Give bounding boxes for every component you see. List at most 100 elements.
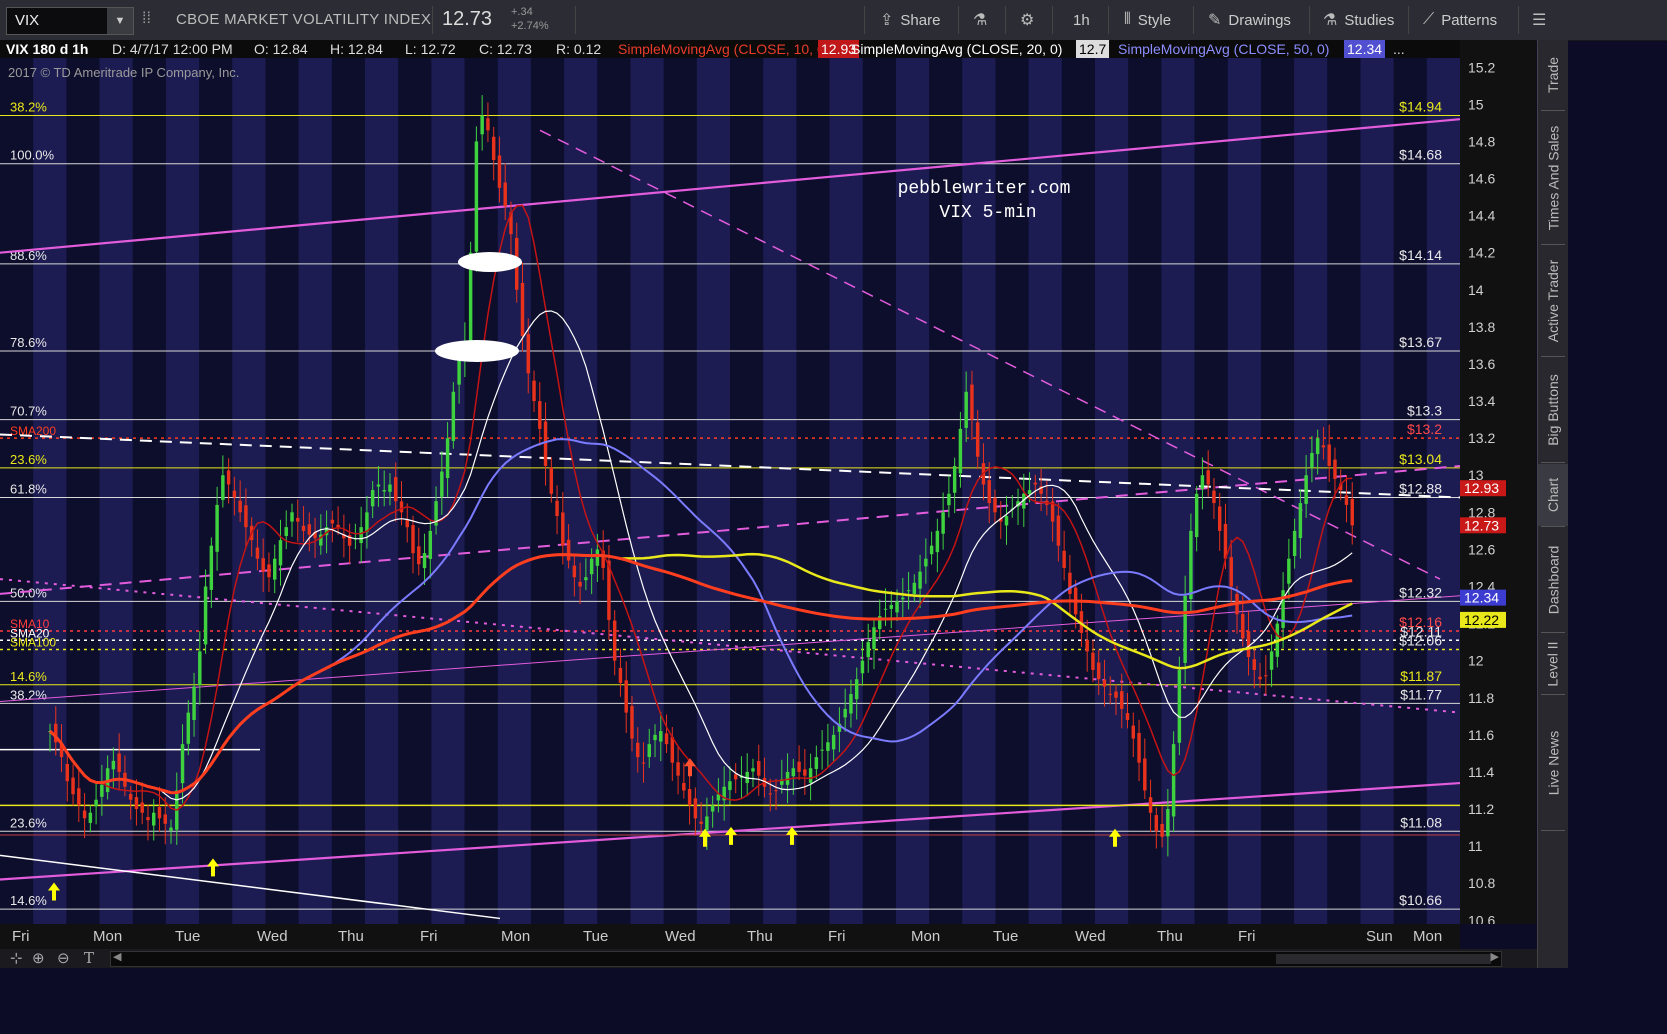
candle-body xyxy=(261,558,265,572)
candle-body xyxy=(376,484,381,487)
candle-body xyxy=(849,694,853,714)
candle-body xyxy=(1102,679,1107,687)
candle-body xyxy=(1264,675,1268,677)
price-tick-label: 13.6 xyxy=(1468,356,1495,372)
price-axis[interactable]: 15.2 15 14.8 14.6 14.4 14.2 14 13.8 13.6 13.4 13.2… xyxy=(1460,40,1536,928)
session-band xyxy=(564,58,598,924)
candle-body xyxy=(100,784,104,797)
candle-body xyxy=(399,501,404,513)
candle-body xyxy=(924,558,928,567)
divider xyxy=(1408,6,1409,34)
session-band xyxy=(265,58,300,924)
zoom-in-icon[interactable]: ⊕ xyxy=(32,949,45,967)
patterns-button[interactable]: ⟋ Patterns xyxy=(1423,0,1497,40)
sidebar-divider xyxy=(1541,462,1565,463)
flask-button[interactable]: ⚗ xyxy=(973,0,987,40)
time-tick-label: Tue xyxy=(583,928,609,945)
session-band xyxy=(597,58,631,924)
time-tick-label: Tue xyxy=(993,928,1019,945)
candle-body xyxy=(578,581,582,587)
time-tick-label: Fri xyxy=(12,928,30,945)
candle-body xyxy=(503,182,507,207)
sidebar-tab-times-and-sales[interactable]: Times And Sales xyxy=(1538,112,1568,244)
candle-body xyxy=(411,525,415,554)
candle-body xyxy=(226,470,231,485)
candle-body xyxy=(975,422,980,457)
sidebar-tab-trade[interactable]: Trade xyxy=(1538,40,1568,110)
candle-body xyxy=(906,590,911,592)
sidebar-tab-active-trader[interactable]: Active Trader xyxy=(1538,246,1568,356)
text-tool-icon[interactable]: T xyxy=(84,949,94,967)
candle-body xyxy=(1206,470,1210,485)
time-tick-label: Mon xyxy=(1413,928,1443,945)
sidebar-tab-dashboard[interactable]: Dashboard xyxy=(1538,528,1568,632)
candle-body xyxy=(705,816,709,831)
horizontal-scrollbar[interactable]: ◀ ▶ xyxy=(110,951,1502,967)
candle-body xyxy=(1304,475,1308,504)
toolbar: VIX ▼ ⁞⁞ CBOE MARKET VOLATILITY INDEX 12… xyxy=(0,0,1667,41)
candle-body xyxy=(1154,815,1159,832)
candle-body xyxy=(457,360,461,385)
candle-body xyxy=(693,798,698,819)
time-tick-label: Wed xyxy=(1075,928,1106,945)
candle-body xyxy=(486,118,490,131)
share-button[interactable]: ⇪ Share xyxy=(880,0,940,40)
candle-body xyxy=(134,797,139,810)
candle-body xyxy=(618,667,623,683)
sma20-value: 12.7 xyxy=(1076,40,1110,58)
candle-body xyxy=(1350,498,1354,526)
more-studies[interactable]: ... xyxy=(1393,40,1405,58)
settings-button[interactable]: ⚙ xyxy=(1020,0,1034,40)
sidebar-tab-big-buttons[interactable]: Big Buttons xyxy=(1538,358,1568,462)
timeframe-button[interactable]: 1h xyxy=(1073,0,1090,40)
price-level-label: $11.87 xyxy=(1400,668,1442,684)
candle-body xyxy=(929,545,934,555)
scrollbar-thumb[interactable] xyxy=(1276,954,1491,964)
time-tick-label: Thu xyxy=(338,928,364,945)
scroll-right-icon[interactable]: ▶ xyxy=(1491,950,1499,963)
price-tick-label: 15.2 xyxy=(1468,59,1495,75)
sidebar-divider xyxy=(1541,632,1565,633)
candle-body xyxy=(1171,744,1176,817)
candle-body xyxy=(244,505,248,528)
crosshair-icon[interactable]: ⊹ xyxy=(10,949,23,967)
sidebar-tab-level-ii[interactable]: Level II xyxy=(1538,634,1568,694)
sidebar-tab-live-news[interactable]: Live News xyxy=(1538,696,1568,830)
change-value: +.34 xyxy=(511,6,533,18)
time-axis[interactable]: Fri Mon Tue Wed Thu Fri Mon Tue Wed Thu Fri Mon Tue W… xyxy=(0,924,1460,949)
drawings-button[interactable]: ✎ Drawings xyxy=(1208,0,1291,40)
right-sidebar: Trade Times And Sales Active Trader Big But… xyxy=(1537,40,1568,968)
candle-body xyxy=(382,490,386,492)
candle-body xyxy=(532,380,536,402)
sidebar-tab-chart[interactable]: Chart xyxy=(1538,464,1568,526)
session-band xyxy=(232,58,266,924)
studies-button[interactable]: ⚗ Studies xyxy=(1323,0,1394,40)
divider xyxy=(958,6,959,34)
candle-body xyxy=(1125,713,1130,721)
zoom-out-icon[interactable]: ⊖ xyxy=(57,949,70,967)
pencil-icon: ✎ xyxy=(1208,12,1222,29)
chevron-down-icon[interactable]: ▼ xyxy=(107,8,133,34)
instrument-name: CBOE MARKET VOLATILITY INDEX xyxy=(176,11,432,28)
candle-body xyxy=(1120,691,1124,709)
menu-button[interactable]: ☰ xyxy=(1532,0,1546,40)
candle-body xyxy=(1189,530,1193,599)
fib-level-label: 23.6% xyxy=(10,452,47,467)
scroll-left-icon[interactable]: ◀ xyxy=(113,950,121,963)
candle-body xyxy=(1327,444,1331,466)
candle-body xyxy=(82,810,87,819)
candle-body xyxy=(192,686,196,720)
price-chart[interactable]: 38.2% 100.0% 88.6% 78.6% 70.7% 23.6% 61.8% 50.0… xyxy=(0,58,1460,924)
symbol-input[interactable]: VIX xyxy=(15,12,39,29)
session-band xyxy=(829,58,864,924)
sidebar-divider xyxy=(1541,356,1565,357)
drag-handle-icon[interactable]: ⁞⁞ xyxy=(142,10,151,28)
sidebar-tab-label: Trade xyxy=(1545,56,1561,94)
price-level-label: $14.14 xyxy=(1399,247,1442,263)
price-chart-canvas[interactable]: 38.2%100.0%88.6%78.6%70.7%23.6%61.8%50.0… xyxy=(0,58,1460,924)
style-button[interactable]: ⫴ Style xyxy=(1124,0,1171,40)
candle-body xyxy=(151,812,156,826)
symbol-selector[interactable]: VIX ▼ xyxy=(6,7,134,35)
candle-body xyxy=(238,500,242,513)
candle-body xyxy=(774,790,778,792)
